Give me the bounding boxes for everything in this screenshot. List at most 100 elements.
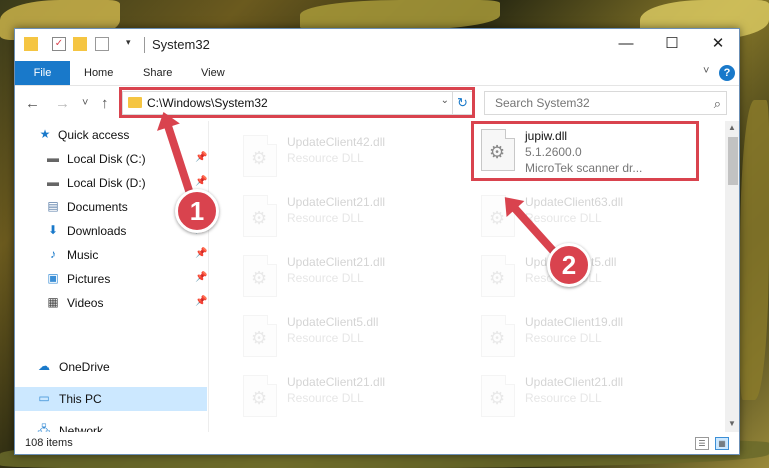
search-box[interactable]: ⌕ <box>484 91 727 115</box>
file-type: Resource DLL <box>287 331 364 345</box>
customize-toolbar-icon[interactable] <box>95 37 109 51</box>
expand-ribbon-icon[interactable]: ˅ <box>703 65 709 77</box>
drive-icon: ▬ <box>47 151 59 165</box>
wallpaper-leaf <box>740 100 769 400</box>
gear-icon: ⚙ <box>251 268 268 288</box>
search-input[interactable] <box>485 92 700 114</box>
gear-icon: ⚙ <box>251 148 268 168</box>
pin-icon[interactable]: 📌 <box>195 272 207 283</box>
gear-icon: ⚙ <box>251 328 268 348</box>
file-type: Resource DLL <box>287 391 364 405</box>
vertical-scrollbar[interactable]: ▲ ▼ <box>725 121 739 432</box>
file-name: UpdateClient5.dll <box>287 315 379 329</box>
back-button[interactable]: ← <box>25 95 40 112</box>
pin-icon[interactable]: 📌 <box>195 152 207 163</box>
scroll-down-icon[interactable]: ▼ <box>728 419 736 428</box>
sidebar-item-label: OneDrive <box>59 360 110 374</box>
new-folder-icon[interactable] <box>73 37 87 51</box>
gear-icon: ⚙ <box>489 388 506 408</box>
file-name: UpdateClient21.dll <box>525 375 624 389</box>
forward-button[interactable]: → <box>55 95 70 112</box>
sidebar-item-label: Videos <box>67 296 104 310</box>
navigation-bar: ← → ˅ ↑ C:\Windows\System32 ⌄ ↻ ⌕ <box>15 85 739 121</box>
file-item[interactable]: ⚙ UpdateClient21.dll Resource DLL <box>233 369 453 425</box>
sidebar-item-onedrive[interactable]: ☁ OneDrive <box>15 355 207 379</box>
pin-icon[interactable]: 📌 <box>195 296 207 307</box>
file-type: Resource DLL <box>287 271 364 285</box>
file-item[interactable]: ⚙ UpdateClient21.dll Resource DLL <box>233 249 453 305</box>
file-item[interactable]: ⚙ UpdateClient21.dll Resource DLL <box>233 189 453 245</box>
dropdown-icon[interactable]: ▾ <box>126 37 140 51</box>
dll-file-icon: ⚙ <box>243 195 277 237</box>
sidebar-item-label: Pictures <box>67 272 111 286</box>
folder-icon <box>24 37 38 51</box>
dll-file-icon: ⚙ <box>481 375 515 417</box>
gear-icon: ⚙ <box>251 208 268 228</box>
tab-file[interactable]: File <box>15 61 70 85</box>
tab-view[interactable]: View <box>201 61 225 85</box>
dll-file-icon: ⚙ <box>243 255 277 297</box>
file-highlight <box>471 121 699 181</box>
sidebar-item-label: Local Disk (D:) <box>67 176 146 190</box>
sidebar-item-label: Music <box>67 248 99 262</box>
sidebar-item-label: Documents <box>67 200 128 214</box>
computer-icon: ▭ <box>38 391 50 405</box>
sidebar-item-this-pc[interactable]: ▭ This PC <box>15 387 207 411</box>
search-icon[interactable]: ⌕ <box>714 96 721 112</box>
large-icons-view-icon[interactable]: ▦ <box>715 437 729 450</box>
title-bar: ✓ ▾ System32 — ☐ ✕ <box>15 29 739 61</box>
item-count: 108 items <box>25 437 73 449</box>
gear-icon: ⚙ <box>489 268 506 288</box>
dll-file-icon: ⚙ <box>481 255 515 297</box>
pin-icon[interactable]: 📌 <box>195 176 207 187</box>
recent-locations-button[interactable]: ˅ <box>82 97 88 109</box>
ribbon: File Home Share View ˅ ? <box>15 61 739 85</box>
maximize-button[interactable]: ☐ <box>649 29 695 59</box>
file-type: Resource DLL <box>287 151 364 165</box>
documents-icon: ▤ <box>47 199 59 213</box>
music-icon: ♪ <box>50 247 56 261</box>
file-item[interactable]: ⚙ UpdateClient5.dll Resource DLL <box>233 309 453 365</box>
dll-file-icon: ⚙ <box>243 375 277 417</box>
sidebar-item-local-disk-d[interactable]: ▬ Local Disk (D:) 📌 <box>15 171 207 195</box>
dll-file-icon: ⚙ <box>481 315 515 357</box>
pictures-icon: ▣ <box>47 271 59 285</box>
close-button[interactable]: ✕ <box>695 29 739 59</box>
pane-divider[interactable] <box>208 121 209 432</box>
dll-file-icon: ⚙ <box>243 315 277 357</box>
star-icon: ★ <box>39 127 51 141</box>
videos-icon: ▦ <box>47 295 59 309</box>
dll-file-icon: ⚙ <box>243 135 277 177</box>
file-item[interactable]: ⚙ UpdateClient21.dll Resource DLL <box>471 369 691 425</box>
sidebar-item-videos[interactable]: ▦ Videos 📌 <box>15 291 207 315</box>
details-view-icon[interactable]: ☰ <box>695 437 709 450</box>
downloads-icon: ⬇ <box>47 223 59 237</box>
file-view: ⚙ UpdateClient42.dll Resource DLL ⚙ jupi… <box>211 121 725 432</box>
file-name: UpdateClient42.dll <box>287 135 386 149</box>
file-type: Resource DLL <box>525 391 602 405</box>
sidebar-item-label: Downloads <box>67 224 127 238</box>
file-name: UpdateClient21.dll <box>287 195 386 209</box>
tab-share[interactable]: Share <box>143 61 172 85</box>
file-item[interactable]: ⚙ UpdateClient19.dll Resource DLL <box>471 309 691 365</box>
title-separator <box>144 37 145 53</box>
gear-icon: ⚙ <box>251 388 268 408</box>
scroll-thumb[interactable] <box>728 137 738 185</box>
file-type: Resource DLL <box>525 331 602 345</box>
up-button[interactable]: ↑ <box>101 95 109 112</box>
sidebar-item-pictures[interactable]: ▣ Pictures 📌 <box>15 267 207 291</box>
wallpaper-leaf <box>300 0 500 30</box>
sidebar-item-music[interactable]: ♪ Music 📌 <box>15 243 207 267</box>
file-name: UpdateClient19.dll <box>525 315 624 329</box>
step-badge-2: 2 <box>547 243 591 287</box>
sidebar-item-label: Local Disk (C:) <box>67 152 146 166</box>
properties-icon[interactable]: ✓ <box>52 37 66 51</box>
file-item[interactable]: ⚙ UpdateClient42.dll Resource DLL <box>233 129 453 185</box>
step-badge-1: 1 <box>175 189 219 233</box>
minimize-button[interactable]: — <box>603 29 649 59</box>
help-icon[interactable]: ? <box>719 65 735 81</box>
drive-icon: ▬ <box>47 175 59 189</box>
pin-icon[interactable]: 📌 <box>195 248 207 259</box>
scroll-up-icon[interactable]: ▲ <box>728 123 736 132</box>
tab-home[interactable]: Home <box>84 61 113 85</box>
